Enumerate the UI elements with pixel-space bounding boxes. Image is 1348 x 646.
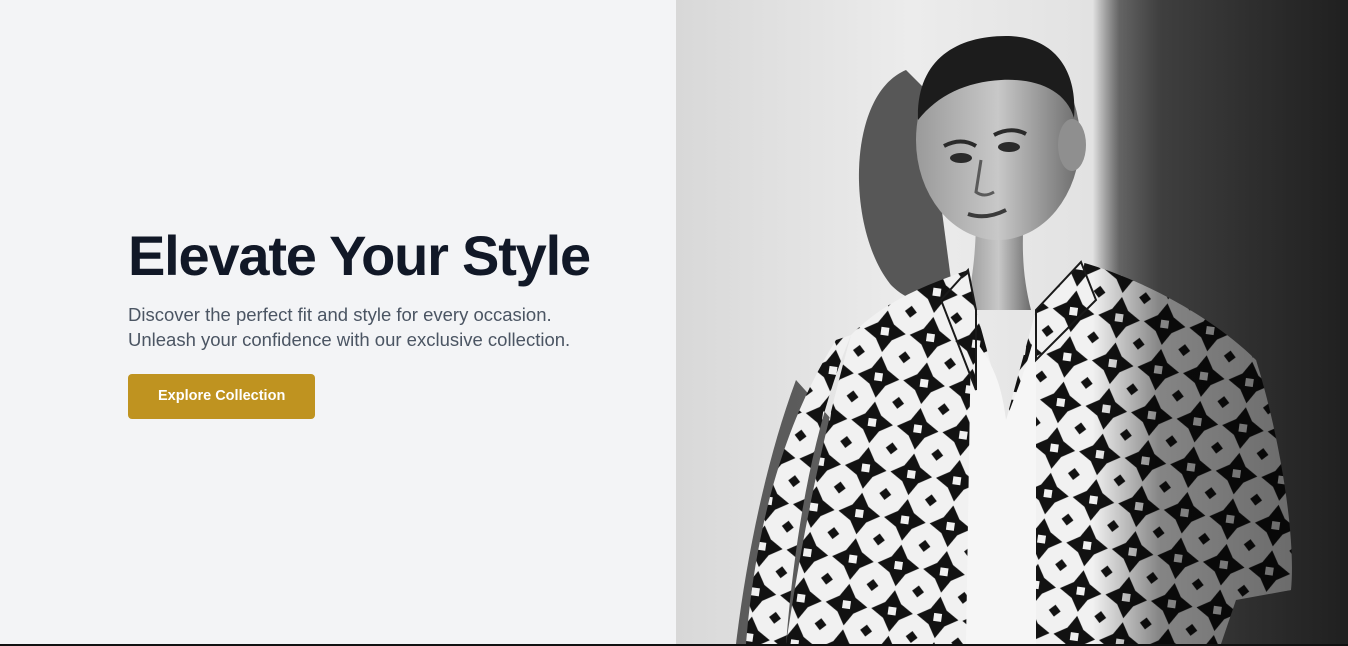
hero-copy: Elevate Your Style Discover the perfect … [128, 222, 648, 419]
hero-image [676, 0, 1348, 644]
model-photo-icon [676, 0, 1348, 644]
hero-subtitle: Discover the perfect fit and style for e… [128, 302, 608, 352]
hero-text-panel: Elevate Your Style Discover the perfect … [0, 0, 676, 644]
explore-collection-button[interactable]: Explore Collection [128, 374, 316, 419]
hero-title: Elevate Your Style [128, 224, 591, 287]
hero-section: Elevate Your Style Discover the perfect … [0, 0, 1348, 644]
hero-subtitle-line-1: Discover the perfect fit and style for e… [128, 304, 552, 325]
hero-subtitle-line-2: Unleash your confidence with our exclusi… [128, 329, 571, 350]
